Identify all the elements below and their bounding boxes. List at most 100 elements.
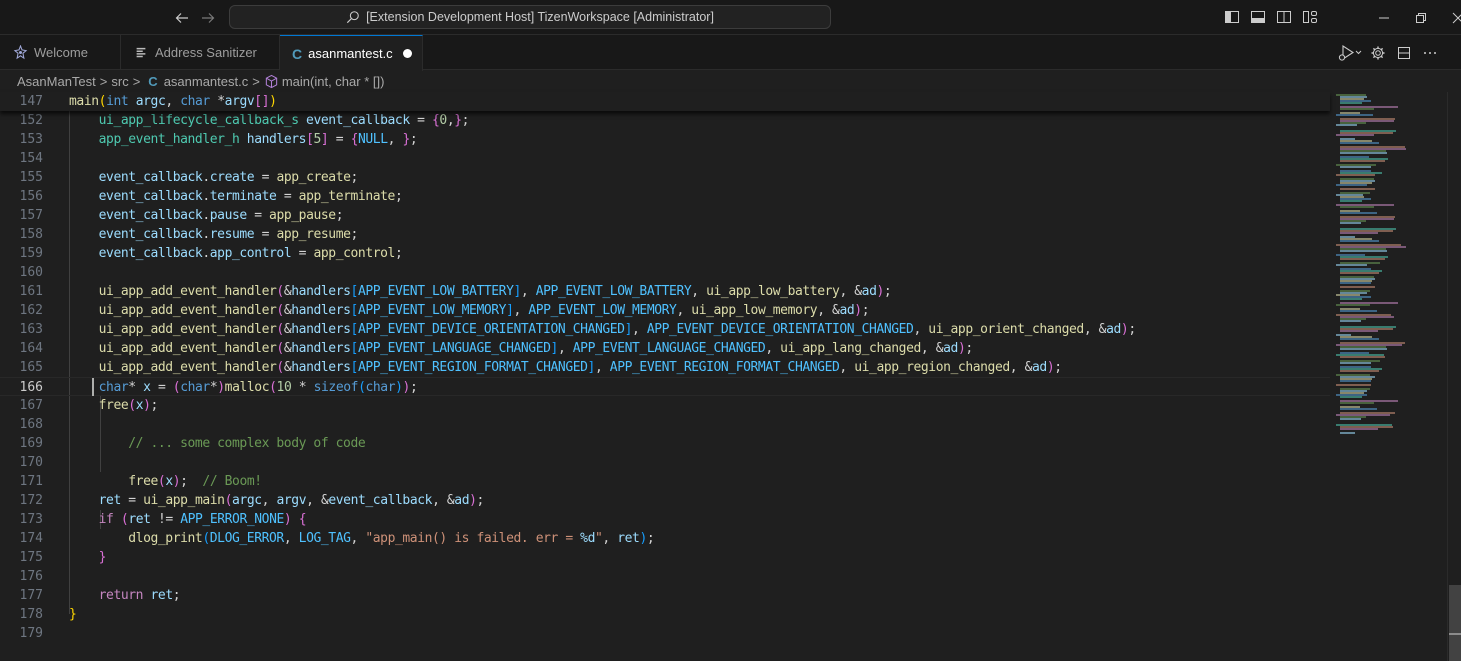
toggle-primary-sidebar-button[interactable] [1219,7,1245,27]
code-token: ] [513,284,521,299]
nav-back-button[interactable] [172,8,192,28]
code-line[interactable]: 175 } [0,548,1330,567]
run-debug-button[interactable] [1335,42,1365,64]
code-line[interactable]: 168 [0,415,1330,434]
split-editor-button[interactable] [1391,42,1417,64]
tab-address-sanitizer[interactable]: Address Sanitizer [121,35,280,70]
code-token: ; [883,284,892,299]
code-line[interactable]: 170 [0,453,1330,472]
code-line[interactable]: 174 dlog_print(DLOG_ERROR, LOG_TAG, "app… [0,529,1330,548]
close-window-button[interactable] [1442,0,1461,35]
code-line[interactable]: 176 [0,567,1330,586]
toggle-panel-button[interactable] [1245,7,1271,27]
code-token: ui_app_add_event_handler [98,303,277,318]
code-token: event_callback [98,189,203,204]
code-line[interactable]: 156 event_callback.terminate = app_termi… [0,187,1330,206]
code-token: != [150,512,181,527]
line-number: 177 [19,588,43,603]
breadcrumb-item-file[interactable]: asanmantest.c [164,74,249,89]
code-line[interactable]: 153 app_event_handler_h handlers[5] = {N… [0,130,1330,149]
code-token: = [246,208,270,223]
minimize-icon [1378,17,1389,18]
code-line[interactable]: 166 char* x = (char*)malloc(10 * sizeof(… [0,377,1330,396]
line-number: 179 [19,626,43,641]
code-text: app_event_handler_h handlers[5] = {NULL,… [69,130,418,149]
code-token: ; [172,588,181,603]
sticky-scroll-line[interactable]: 147 main(int argc, char *argv[]) [0,92,1330,111]
code-line[interactable]: 160 [0,263,1330,282]
code-token: ui_app_main [143,493,225,508]
minimap-line [1340,362,1371,364]
code-text: char* x = (char*)malloc(10 * sizeof(char… [69,378,418,397]
tab-asanmantest-c[interactable]: C asanmantest.c [280,35,423,71]
toggle-secondary-sidebar-button[interactable] [1271,7,1297,27]
code-line[interactable]: 173 if (ret != APP_ERROR_NONE) { [0,510,1330,529]
code-text: event_callback.terminate = app_terminate… [69,187,403,206]
minimap-line [1336,174,1375,176]
tab-welcome[interactable]: Welcome [0,35,121,70]
code-token: ( [269,380,277,395]
code-token: , [387,132,403,147]
code-line[interactable]: 178} [0,605,1330,624]
minimap-line [1340,232,1378,234]
code-token: APP_EVENT_LANGUAGE_CHANGED [357,341,551,356]
code-token: return [98,588,144,603]
code-line[interactable]: 158 event_callback.resume = app_resume; [0,225,1330,244]
line-number: 155 [19,170,43,185]
vertical-scrollbar[interactable] [1447,92,1461,661]
code-token: ad [1032,360,1047,375]
code-line[interactable]: 172 ret = ui_app_main(argc, argv, &event… [0,491,1330,510]
settings-button[interactable] [1365,42,1391,64]
minimap-line [1340,298,1362,300]
code-token: app_terminate [298,189,396,204]
line-number: 163 [19,322,43,337]
code-token: sizeof [313,380,359,395]
code-token: ( [276,341,284,356]
code-token: . [202,246,210,261]
breadcrumb-item-symbol[interactable]: main(int, char * []) [282,74,385,89]
code-text: event_callback.create = app_create; [69,168,359,187]
tab-label: asanmantest.c [308,46,393,61]
close-icon [1452,12,1461,23]
toggle-secondary-sidebar-icon [1277,11,1291,23]
code-token: = [254,170,277,185]
nav-forward-button[interactable] [198,8,218,28]
code-line[interactable]: 162 ui_app_add_event_handler(&handlers[A… [0,301,1330,320]
code-line[interactable]: 157 event_callback.pause = app_pause; [0,206,1330,225]
restore-button[interactable] [1405,0,1436,35]
code-line[interactable]: 165 ui_app_add_event_handler(&handlers[A… [0,358,1330,377]
more-actions-button[interactable] [1417,42,1443,64]
run-debug-icon [1338,44,1362,61]
breadcrumb-item-src[interactable]: src [111,74,128,89]
command-center-search[interactable]: [Extension Development Host] TizenWorksp… [229,5,831,29]
unsaved-dot-icon[interactable] [402,49,412,58]
code-line[interactable]: 152 ui_app_lifecycle_callback_s event_ca… [0,111,1330,130]
code-line[interactable]: 164 ui_app_add_event_handler(&handlers[A… [0,339,1330,358]
minimap[interactable] [1330,92,1448,661]
tab-bar: Welcome Address Sanitizer C asanmantest.… [0,35,1461,71]
customize-layout-button[interactable] [1297,7,1323,27]
minimize-button[interactable] [1368,0,1399,35]
breadcrumb-item-folder[interactable]: AsanManTest [17,74,96,89]
code-token: ; [861,303,870,318]
scrollbar-thumb[interactable] [1449,585,1461,661]
code-editor[interactable]: 152 ui_app_lifecycle_callback_s event_ca… [0,92,1330,661]
code-line[interactable]: 161 ui_app_add_event_handler(&handlers[A… [0,282,1330,301]
code-line[interactable]: 177 return ret; [0,586,1330,605]
code-line[interactable]: 171 free(x); // Boom! [0,472,1330,491]
code-token: handlers [291,341,351,356]
code-token: [ [350,303,359,318]
code-line[interactable]: 159 event_callback.app_control = app_con… [0,244,1330,263]
code-line[interactable]: 154 [0,149,1330,168]
code-line[interactable]: 155 event_callback.create = app_create; [0,168,1330,187]
code-line[interactable]: 163 ui_app_add_event_handler(&handlers[A… [0,320,1330,339]
code-line[interactable]: 169 // ... some complex body of code [0,434,1330,453]
code-line[interactable]: 167 free(x); [0,396,1330,415]
code-token: argv [224,94,255,109]
preview-icon [133,45,149,61]
code-line[interactable]: 179 [0,624,1330,643]
